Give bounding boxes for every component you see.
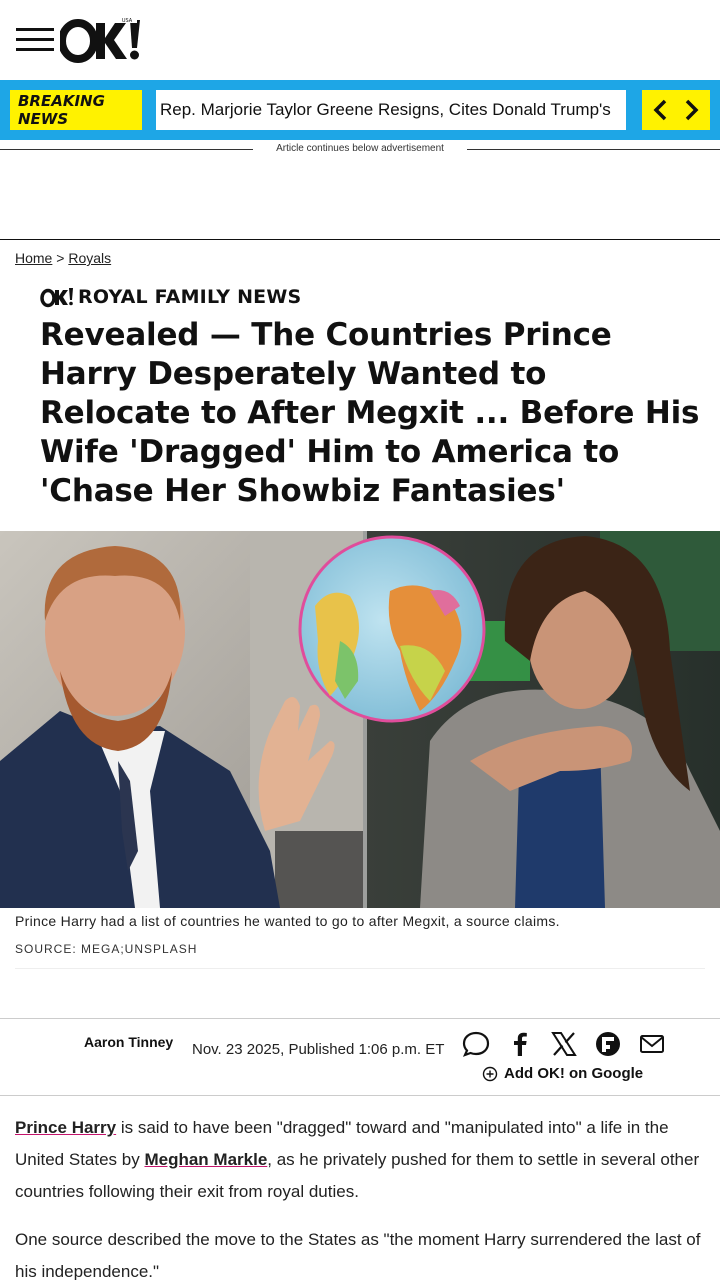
ad-notice: Article continues below advertisement — [0, 143, 720, 155]
hero-image — [0, 531, 720, 908]
breaking-news-label: BREAKING NEWS — [10, 90, 142, 130]
divider — [15, 968, 705, 969]
breadcrumb-royals-link[interactable]: Royals — [68, 250, 111, 266]
breadcrumb-home-link[interactable]: Home — [15, 250, 52, 266]
publish-date: Nov. 23 2025, Published 1:06 p.m. ET — [192, 1041, 445, 1058]
article-title: Revealed — The Countries Prince Harry De… — [40, 317, 700, 509]
logo-sub-text: USA — [122, 18, 133, 24]
menu-icon[interactable] — [16, 26, 54, 54]
ok-mini-logo — [40, 288, 73, 308]
email-icon[interactable] — [638, 1030, 666, 1058]
site-header: USA — [0, 0, 720, 80]
section-tag: ROYAL FAMILY NEWS — [40, 285, 301, 309]
breaking-news-nav — [642, 90, 710, 130]
divider — [0, 1018, 720, 1019]
plus-circle-icon — [482, 1066, 498, 1081]
x-icon[interactable] — [550, 1030, 578, 1058]
ok-logo[interactable]: USA — [60, 14, 142, 66]
comment-icon[interactable] — [462, 1030, 490, 1058]
prince-harry-link[interactable]: Prince Harry — [15, 1118, 116, 1137]
article-paragraph: One source described the move to the Sta… — [15, 1230, 701, 1280]
author-name[interactable]: Aaron Tinney — [84, 1034, 173, 1050]
breadcrumb: Home > Royals — [15, 250, 111, 266]
chevron-right-icon[interactable] — [676, 94, 706, 126]
article-paragraph: Prince Harry is said to have been "dragg… — [15, 1112, 705, 1208]
breadcrumb-separator: > — [56, 250, 65, 266]
add-ok-on-google-button[interactable]: Add OK! on Google — [482, 1065, 643, 1082]
breaking-news-bar: BREAKING NEWS Rep. Marjorie Taylor Green… — [0, 80, 720, 140]
divider — [0, 239, 720, 240]
section-label[interactable]: ROYAL FAMILY NEWS — [78, 286, 301, 308]
ad-notice-text: Article continues below advertisement — [276, 143, 444, 154]
divider — [0, 1095, 720, 1096]
add-ok-on-google-label: Add OK! on Google — [504, 1065, 644, 1082]
breaking-news-headline[interactable]: Rep. Marjorie Taylor Greene Resigns, Cit… — [156, 90, 626, 130]
meghan-markle-link[interactable]: Meghan Markle — [144, 1150, 267, 1169]
chevron-left-icon[interactable] — [646, 94, 676, 126]
image-source: SOURCE: MEGA;UNSPLASH — [15, 942, 198, 956]
image-caption: Prince Harry had a list of countries he … — [15, 913, 560, 929]
ad-slot — [0, 158, 720, 238]
facebook-icon[interactable] — [506, 1030, 534, 1058]
flipboard-icon[interactable] — [594, 1030, 622, 1058]
